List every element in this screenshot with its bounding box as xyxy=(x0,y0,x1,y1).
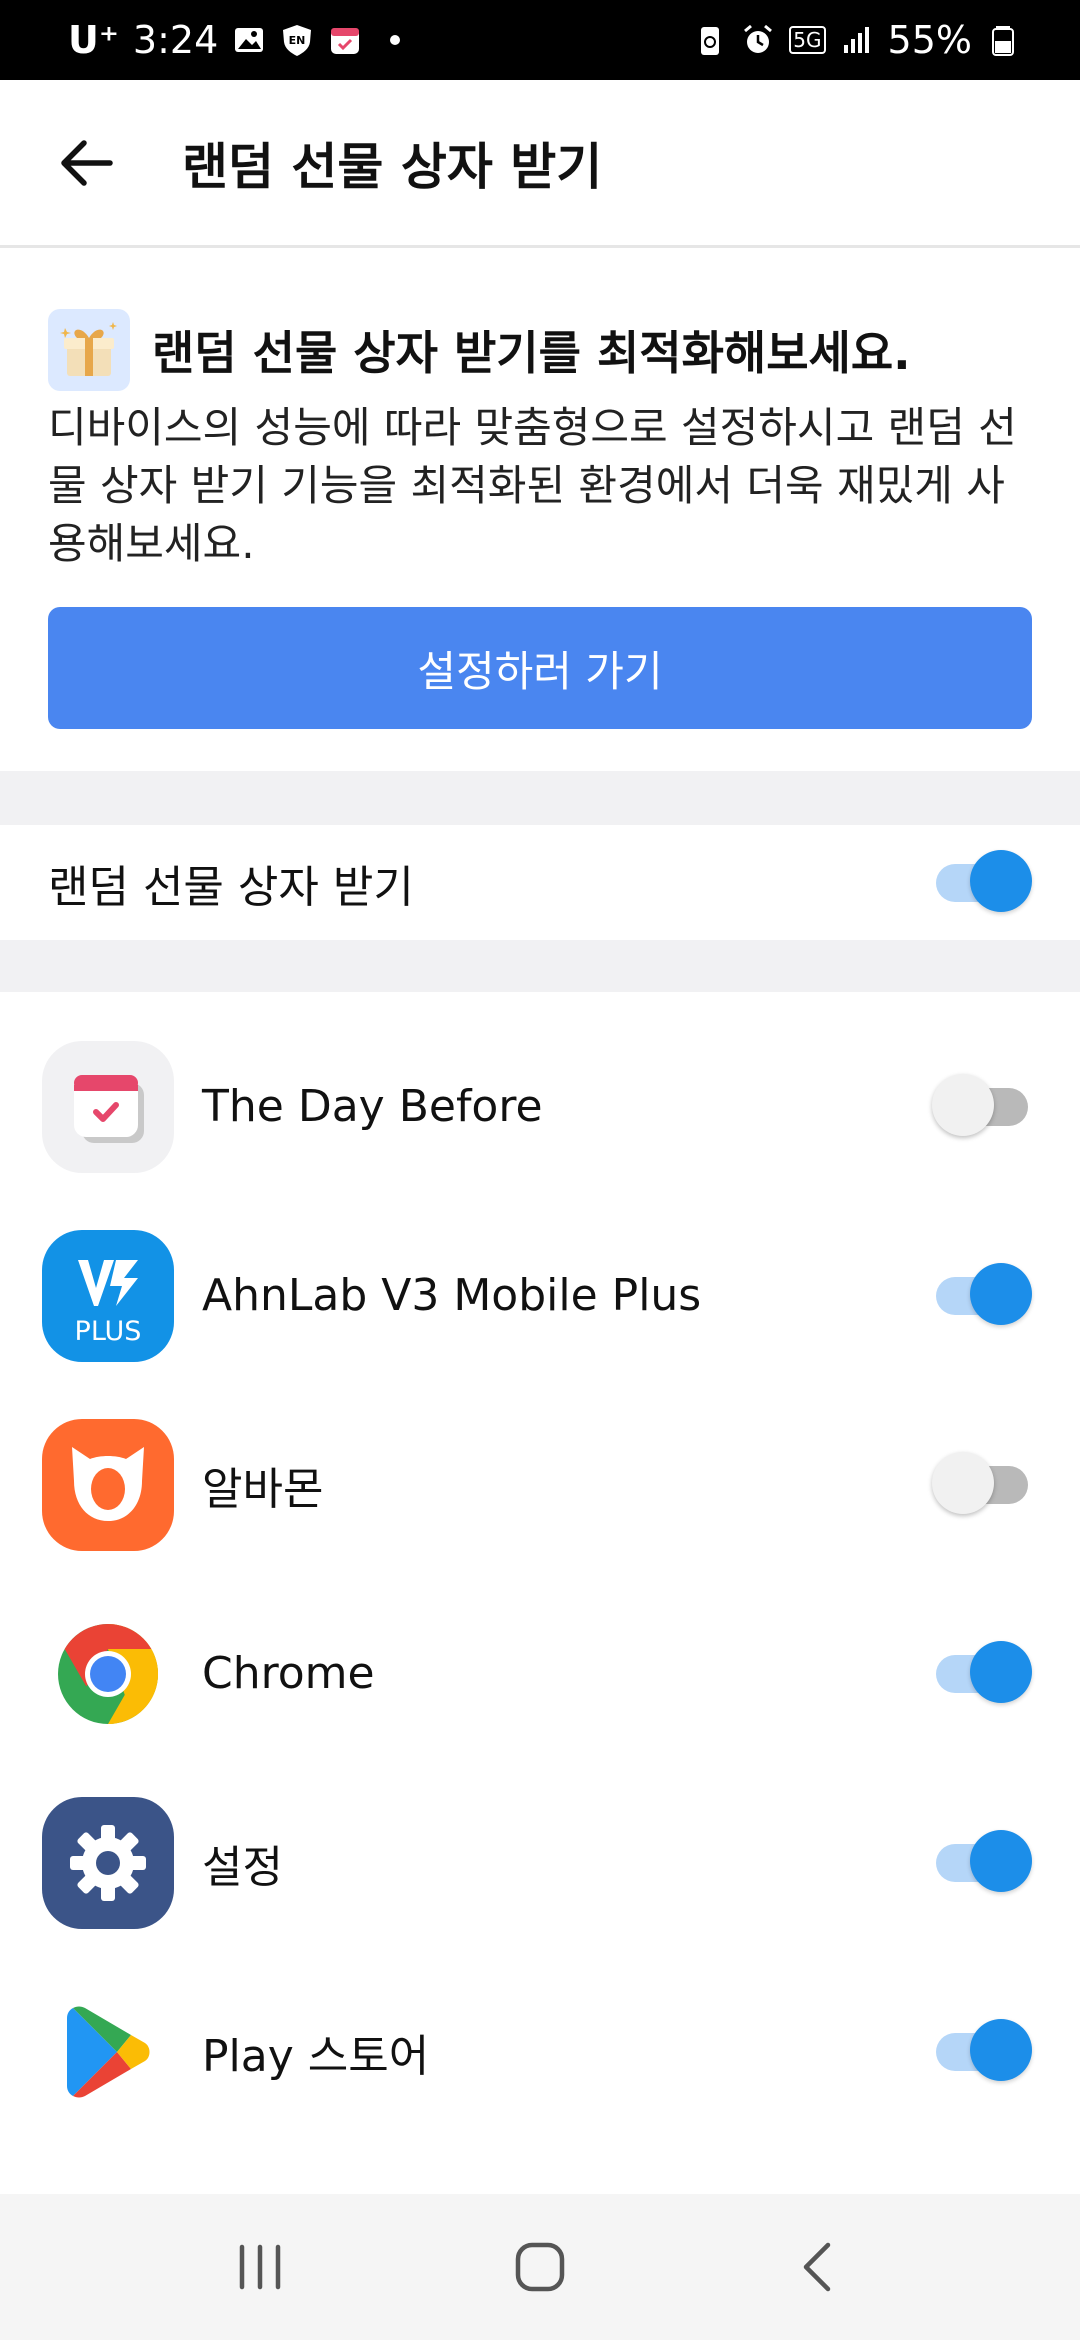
go-to-settings-button[interactable]: 설정하러 가기 xyxy=(48,607,1032,729)
network-type: 5G xyxy=(789,26,826,54)
master-toggle-row[interactable]: 랜덤 선물 상자 받기 xyxy=(0,825,1080,940)
app-row-albamon[interactable]: 알바몬 xyxy=(0,1390,1080,1579)
app-name: Play 스토어 xyxy=(202,2030,430,2082)
carrier-label: U⁺ xyxy=(68,18,119,62)
app-row-ahnlab-v3[interactable]: PLUS AhnLab V3 Mobile Plus xyxy=(0,1201,1080,1390)
promo-title: 랜덤 선물 상자 받기를 최적화해보세요. xyxy=(152,326,911,380)
master-toggle-label: 랜덤 선물 상자 받기 xyxy=(48,861,414,913)
battery-saver-icon xyxy=(701,27,720,55)
home-icon xyxy=(515,2242,565,2292)
page-title: 랜덤 선물 상자 받기 xyxy=(182,137,603,196)
app-row-play-store[interactable]: Play 스토어 xyxy=(0,1957,1080,2146)
toggle-knob xyxy=(970,850,1032,912)
promo-header: 랜덤 선물 상자 받기를 최적화해보세요. xyxy=(48,309,911,391)
shield-en-icon: EN xyxy=(283,25,312,56)
system-back-button[interactable] xyxy=(760,2207,880,2327)
recent-apps-icon xyxy=(239,2244,281,2290)
calendar-notification-icon xyxy=(331,28,360,54)
chrome-icon xyxy=(42,1607,174,1740)
toggle-knob xyxy=(932,1452,994,1514)
app-row-chrome[interactable]: Chrome xyxy=(0,1579,1080,1768)
signal-icon xyxy=(843,27,869,53)
promo-card: 랜덤 선물 상자 받기를 최적화해보세요. 디바이스의 성능에 따라 맞춤형으로… xyxy=(0,251,1080,771)
promo-description: 디바이스의 성능에 따라 맞춤형으로 설정하시고 랜덤 선물 상자 받기 기능을… xyxy=(48,403,1017,568)
system-nav-bar xyxy=(0,2194,1080,2340)
chevron-left-icon xyxy=(803,2242,831,2292)
toggle-knob xyxy=(932,1074,994,1136)
app-name: AhnLab V3 Mobile Plus xyxy=(202,1270,702,1321)
calendar-check-icon xyxy=(42,1040,174,1173)
status-left: U⁺ 3:24 EN xyxy=(68,18,401,62)
status-right: 5G 55% xyxy=(693,18,1020,62)
battery-icon xyxy=(992,26,1014,56)
toggle-knob xyxy=(970,2019,1032,2081)
app-name: Chrome xyxy=(202,1648,375,1699)
svg-text:PLUS: PLUS xyxy=(75,1316,142,1347)
play-store-icon xyxy=(42,1985,174,2118)
gallery-icon xyxy=(235,28,264,52)
recent-apps-button[interactable] xyxy=(200,2207,320,2327)
toggle-knob xyxy=(970,1263,1032,1325)
battery-percent: 55% xyxy=(887,18,972,62)
app-row-settings[interactable]: 설정 xyxy=(0,1768,1080,1957)
app-toggle-switch[interactable] xyxy=(932,1641,1032,1705)
app-name: 설정 xyxy=(202,1841,283,1893)
app-toggle-switch[interactable] xyxy=(932,1830,1032,1894)
master-toggle-switch[interactable] xyxy=(932,850,1032,914)
notification-dot xyxy=(390,35,401,45)
home-button[interactable] xyxy=(480,2207,600,2327)
status-bar: U⁺ 3:24 EN 5G 55% xyxy=(0,0,1080,80)
gift-box-icon xyxy=(48,309,130,391)
app-toggle-switch[interactable] xyxy=(932,1452,1032,1516)
back-button[interactable] xyxy=(26,103,146,223)
app-toggle-switch[interactable] xyxy=(932,1074,1032,1138)
back-arrow-icon xyxy=(61,139,113,186)
section-divider xyxy=(0,771,1080,825)
toggle-knob xyxy=(970,1641,1032,1703)
clock: 3:24 xyxy=(132,18,219,62)
app-toggle-switch[interactable] xyxy=(932,1263,1032,1327)
app-name: The Day Before xyxy=(202,1081,543,1132)
app-bar: 랜덤 선물 상자 받기 xyxy=(0,80,1080,248)
app-name: 알바몬 xyxy=(202,1463,324,1515)
svg-text:EN: EN xyxy=(289,34,306,47)
albamon-icon xyxy=(42,1418,174,1551)
toggle-knob xyxy=(970,1830,1032,1892)
section-divider xyxy=(0,940,1080,992)
v3-plus-icon: PLUS xyxy=(42,1229,174,1362)
settings-gear-icon xyxy=(42,1796,174,1929)
app-toggle-switch[interactable] xyxy=(932,2019,1032,2083)
alarm-icon xyxy=(744,24,773,53)
app-row-the-day-before[interactable]: The Day Before xyxy=(0,1012,1080,1201)
app-list: The Day Before PLUS AhnLab V3 Mobile Plu… xyxy=(0,992,1080,2194)
